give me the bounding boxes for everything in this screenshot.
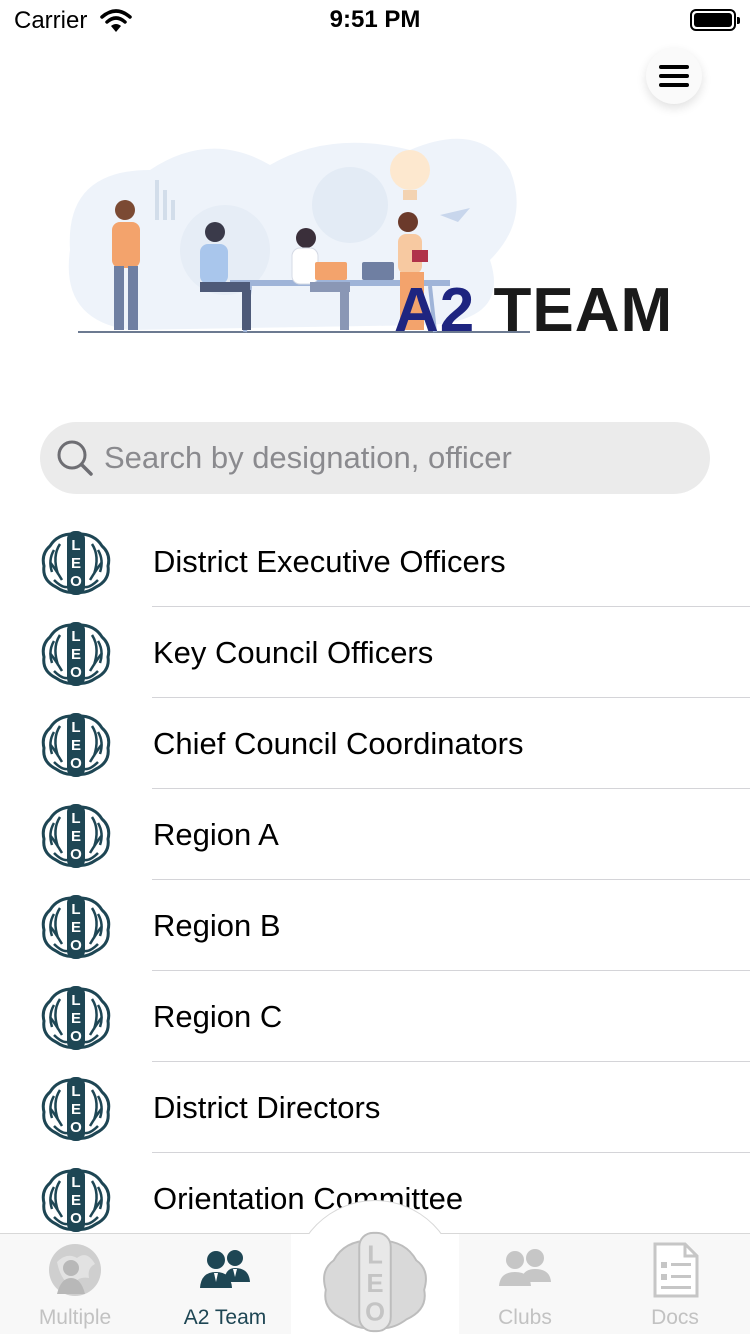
logo-letter: E	[71, 555, 81, 572]
list-item[interactable]: L E O District Executive Officers	[0, 516, 750, 607]
logo-letter: L	[71, 1083, 80, 1100]
clubs-icon	[499, 1249, 551, 1286]
leo-logo-icon: L E O	[41, 531, 111, 595]
leo-logo-icon: L E O	[41, 1077, 111, 1141]
hero-banner: A2 TEAM	[10, 110, 740, 390]
hamburger-icon	[659, 65, 689, 87]
tab-label: Docs	[651, 1306, 699, 1329]
leo-logo-icon: L E O	[41, 986, 111, 1050]
leo-logo-icon: L E O	[41, 895, 111, 959]
logo-letter: L	[71, 628, 80, 645]
list-item-label: Region A	[153, 817, 279, 852]
logo-letter: O	[70, 755, 82, 772]
svg-text:O: O	[365, 1298, 385, 1326]
logo-letter: L	[71, 537, 80, 554]
search-input[interactable]	[104, 440, 684, 476]
menu-button[interactable]	[646, 48, 702, 104]
list-item-label: District Directors	[153, 1090, 381, 1125]
logo-letter: L	[71, 1174, 80, 1191]
logo-letter: O	[70, 846, 82, 863]
status-time: 9:51 PM	[329, 6, 421, 33]
logo-letter: O	[70, 1028, 82, 1045]
list-item-label: Key Council Officers	[153, 635, 434, 670]
team-illustration	[68, 138, 530, 333]
logo-letter: E	[71, 1101, 81, 1118]
list-item[interactable]: L E O Chief Council Coordinators	[0, 698, 750, 789]
tab-docs[interactable]: Docs	[600, 1234, 750, 1334]
hero-title: A2 TEAM	[394, 276, 674, 345]
team-icon	[200, 1250, 250, 1288]
logo-letter: L	[71, 810, 80, 827]
logo-letter: O	[70, 1210, 82, 1227]
list-item-label: District Executive Officers	[153, 544, 506, 579]
list-item-label: Region B	[153, 908, 281, 943]
leo-logo-icon: L E O	[41, 804, 111, 868]
logo-letter: L	[71, 901, 80, 918]
leo-logo-icon: L E O	[41, 622, 111, 686]
leo-logo-icon: L E O	[41, 1168, 111, 1232]
tab-a2-team[interactable]: A2 Team	[150, 1234, 300, 1334]
svg-text:L: L	[367, 1241, 383, 1269]
logo-letter: E	[71, 919, 81, 936]
officer-group-list: L E O District Executive Officers L E O …	[0, 516, 750, 1232]
logo-letter: E	[71, 1192, 81, 1209]
logo-letter: O	[70, 937, 82, 954]
tab-label: Multiple	[38, 1306, 112, 1329]
tab-clubs[interactable]: Clubs	[450, 1234, 600, 1334]
logo-letter: L	[71, 719, 80, 736]
leo-logo-icon: L E O	[41, 713, 111, 777]
search-icon	[57, 440, 93, 476]
tab-label: Clubs	[498, 1306, 552, 1329]
list-item[interactable]: L E O Region B	[0, 880, 750, 971]
search-bar[interactable]	[40, 422, 710, 494]
list-item[interactable]: L E O Key Council Officers	[0, 607, 750, 698]
document-icon	[653, 1242, 699, 1298]
logo-letter: L	[71, 992, 80, 1009]
list-item-label: Region C	[153, 999, 283, 1034]
logo-letter: O	[70, 664, 82, 681]
logo-letter: E	[71, 646, 81, 663]
tab-multiple[interactable]: Multiple	[0, 1234, 150, 1334]
list-item[interactable]: L E O District Directors	[0, 1062, 750, 1153]
logo-letter: E	[71, 828, 81, 845]
svg-text:E: E	[366, 1270, 383, 1298]
logo-letter: O	[70, 573, 82, 590]
logo-letter: O	[70, 1119, 82, 1136]
logo-letter: E	[71, 1010, 81, 1027]
globe-person-icon	[49, 1244, 101, 1296]
list-item-label: Chief Council Coordinators	[153, 726, 524, 761]
battery-icon	[690, 9, 740, 31]
tab-label: A2 Team	[183, 1306, 267, 1329]
leo-logo-icon: L E O	[323, 1231, 427, 1333]
status-bar: Carrier 9:51 PM	[0, 0, 750, 44]
list-item[interactable]: L E O Region C	[0, 971, 750, 1062]
logo-letter: E	[71, 737, 81, 754]
list-item[interactable]: L E O Region A	[0, 789, 750, 880]
